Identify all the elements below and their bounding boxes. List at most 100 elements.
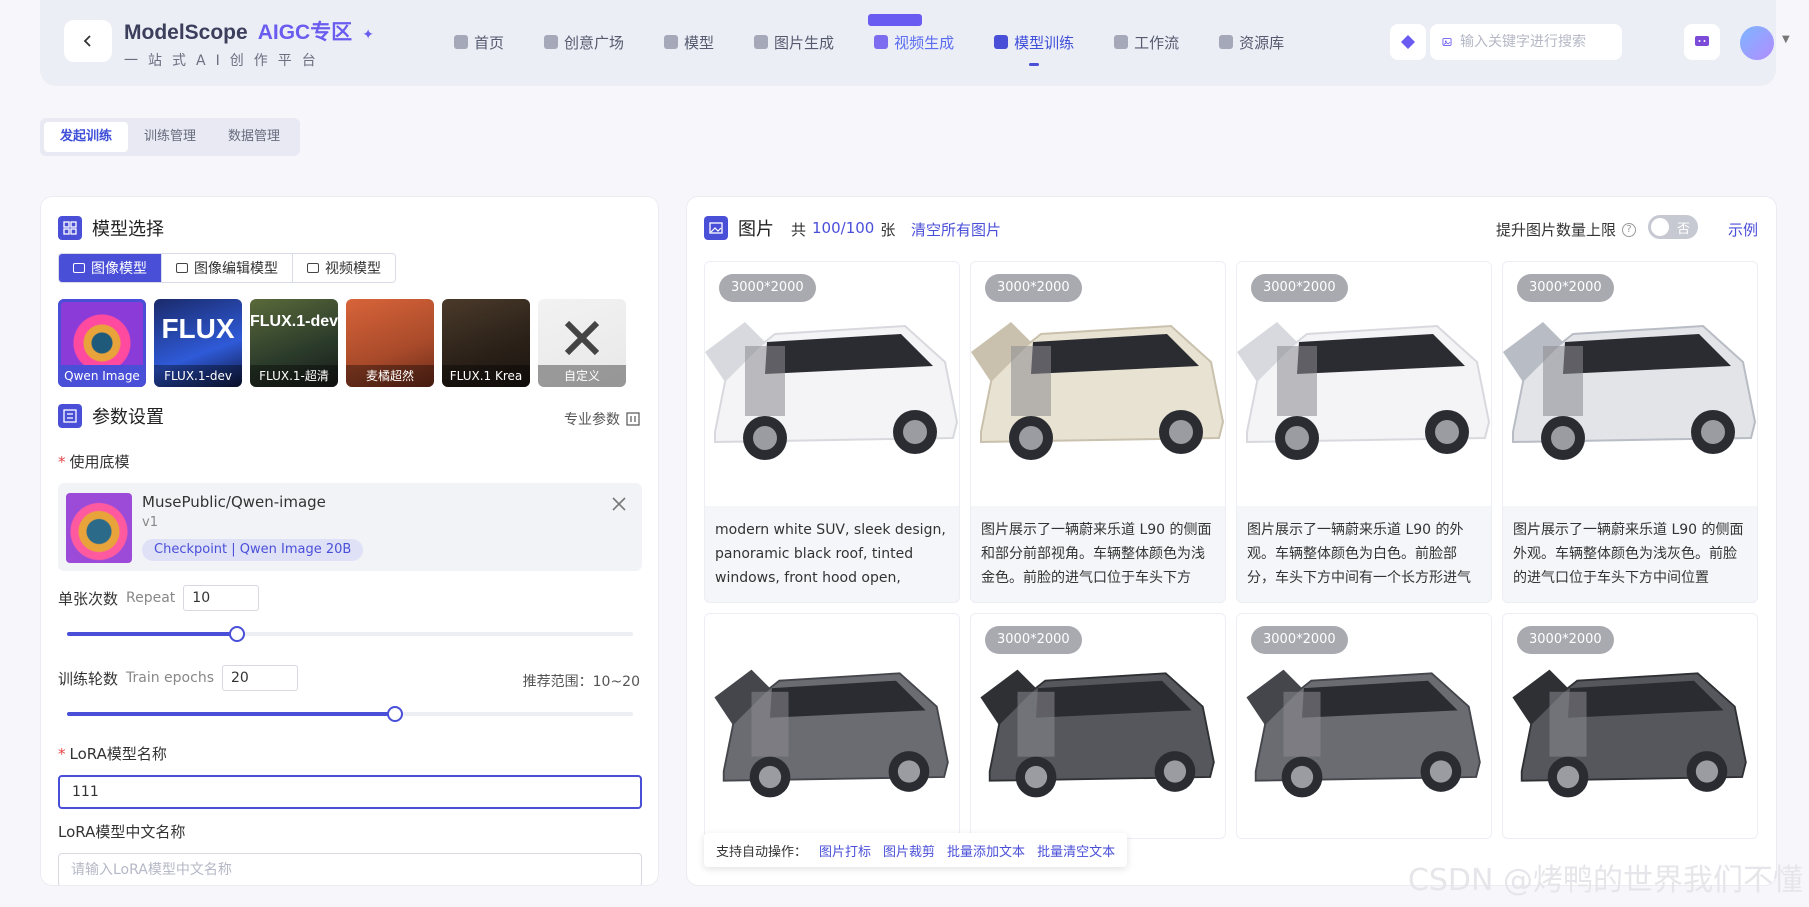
image-caption[interactable]: 图片展示了一辆蔚来乐道 L90 的侧面和部分前部视角。车辆整体颜色为浅金色。前脸… xyxy=(981,518,1215,590)
search-box[interactable] xyxy=(1430,24,1622,60)
new-badge xyxy=(868,14,922,26)
model-tab-0[interactable]: 图像模型 xyxy=(59,254,162,282)
top-header: ModelScope AIGC专区 ✦ 一站式AI创作平台 首页 创意广场 模型 图片… xyxy=(40,0,1790,86)
message-button[interactable] xyxy=(1684,24,1720,60)
base-model-label: * 使用底模 xyxy=(58,453,130,471)
grid-icon xyxy=(58,216,82,240)
resolution-badge: 3000*2000 xyxy=(1517,274,1614,302)
boost-limit: 提升图片数量上限 ? xyxy=(1496,219,1636,240)
image-card[interactable]: 3000*2000 xyxy=(970,613,1226,839)
model-card-0[interactable]: Qwen Image xyxy=(58,299,146,387)
image-card[interactable] xyxy=(704,613,960,839)
nav-item-3[interactable]: 图片生成 xyxy=(734,30,854,54)
image-caption[interactable]: modern white SUV, sleek design, panorami… xyxy=(715,518,949,590)
model-card-label: FLUX.1 Krea xyxy=(442,365,530,387)
model-tab-1[interactable]: 图像编辑模型 xyxy=(162,254,293,282)
resolution-badge: 3000*2000 xyxy=(985,274,1082,302)
subtab-1[interactable]: 训练管理 xyxy=(128,122,212,152)
auto-op-link-3[interactable]: 批量清空文本 xyxy=(1037,841,1115,860)
nav-item-6[interactable]: 工作流 xyxy=(1094,30,1199,54)
boost-toggle[interactable]: 否 xyxy=(1648,215,1698,239)
subtab-0[interactable]: 发起训练 xyxy=(44,122,129,152)
library-icon xyxy=(1219,35,1234,49)
model-card-5[interactable]: 自定义 xyxy=(538,299,626,387)
base-model-version: v1 xyxy=(142,515,158,530)
brand[interactable]: ModelScope AIGC专区 ✦ 一站式AI创作平台 xyxy=(124,16,374,70)
nav-item-7[interactable]: 资源库 xyxy=(1199,30,1304,54)
base-model-tag: Checkpoint | Qwen Image 20B xyxy=(142,539,364,561)
list-icon xyxy=(58,404,82,428)
epochs-input[interactable] xyxy=(222,665,298,691)
model-card-label: Qwen Image xyxy=(58,365,146,387)
example-link[interactable]: 示例 xyxy=(1728,219,1758,240)
model-card-2[interactable]: FLUX.1-dev FLUX.1-超清 xyxy=(250,299,338,387)
pencil-ruler-icon xyxy=(564,320,600,356)
image-icon xyxy=(754,35,769,49)
model-card-label: 自定义 xyxy=(538,365,626,387)
image-card[interactable]: 3000*2000 图片展示了一辆蔚来乐道 L90 的外观。车辆整体颜色为白色。前… xyxy=(1236,261,1492,603)
image-caption[interactable]: 图片展示了一辆蔚来乐道 L90 的外观。车辆整体颜色为白色。前脸部分，车头下方中… xyxy=(1247,518,1481,590)
model-card-logo-text: FLUX.1-dev xyxy=(250,313,338,330)
model-card-3[interactable]: 麦橘超然 xyxy=(346,299,434,387)
nav-item-label: 图片生成 xyxy=(774,33,835,52)
params-title: 参数设置 xyxy=(92,407,164,428)
image-count: 共 100/100 张 xyxy=(791,219,896,239)
nav-item-label: 模型训练 xyxy=(1014,33,1075,52)
auto-ops-bar: 支持自动操作： 图片打标 图片裁剪 批量添加文本 批量清空文本 xyxy=(704,833,1128,867)
brand-aigc: AIGC专区 xyxy=(257,21,353,44)
nav-item-label: 首页 xyxy=(474,33,505,52)
image-caption[interactable]: 图片展示了一辆蔚来乐道 L90 的侧面外观。车辆整体颜色为浅灰色。前脸的进气口位… xyxy=(1513,518,1747,590)
images-title: 图片 xyxy=(738,219,774,240)
repeat-slider-handle[interactable] xyxy=(228,626,245,642)
auto-op-link-0[interactable]: 图片打标 xyxy=(819,841,871,860)
nav-item-label: 工作流 xyxy=(1134,33,1180,52)
diamond-button[interactable] xyxy=(1390,24,1426,60)
lora-name-input[interactable] xyxy=(58,775,642,809)
image-card[interactable]: 3000*2000 xyxy=(1236,613,1492,839)
images-header: 图片 xyxy=(704,215,774,241)
epochs-row: 训练轮数 Train epochs xyxy=(58,665,298,691)
image-card[interactable]: 3000*2000 modern white SUV, sleek design,… xyxy=(704,261,960,603)
model-tab-2[interactable]: 视频模型 xyxy=(293,254,395,282)
nav-item-1[interactable]: 创意广场 xyxy=(524,30,644,54)
nav-item-5[interactable]: 模型训练 xyxy=(974,30,1094,66)
car-photo xyxy=(705,614,959,838)
nav-item-label: 视频生成 xyxy=(894,33,955,52)
sub-tabs: 发起训练 训练管理 数据管理 xyxy=(40,118,301,156)
pro-params-button[interactable]: 专业参数 xyxy=(564,409,640,429)
image-card[interactable]: 3000*2000 图片展示了一辆蔚来乐道 L90 的侧面外观。车辆整体颜色为浅灰… xyxy=(1502,261,1758,603)
back-button[interactable] xyxy=(64,20,112,62)
image-icon xyxy=(73,263,85,273)
help-icon[interactable]: ? xyxy=(1622,222,1636,237)
repeat-input[interactable] xyxy=(183,585,260,611)
lora-cn-name-input[interactable] xyxy=(58,853,642,885)
model-select-title: 模型选择 xyxy=(92,219,164,240)
nav-item-4[interactable]: 视频生成 xyxy=(854,30,974,54)
auto-op-link-1[interactable]: 图片裁剪 xyxy=(883,841,935,860)
auto-op-link-2[interactable]: 批量添加文本 xyxy=(947,841,1025,860)
epochs-hint: 推荐范围：10~20 xyxy=(522,674,640,690)
model-card-4[interactable]: FLUX.1 Krea xyxy=(442,299,530,387)
close-icon[interactable] xyxy=(610,495,628,513)
nav-item-2[interactable]: 模型 xyxy=(644,30,734,54)
repeat-slider[interactable] xyxy=(67,626,633,642)
lora-cn-name-label: LoRA模型中文名称 xyxy=(58,823,186,841)
base-model-card[interactable]: MusePublic/Qwen-image v1 Checkpoint | Qw… xyxy=(58,483,642,571)
model-card-1[interactable]: FLUX FLUX.1-dev xyxy=(154,299,242,387)
epochs-slider-handle[interactable] xyxy=(387,706,404,722)
nav-item-0[interactable]: 首页 xyxy=(434,30,524,54)
avatar[interactable] xyxy=(1740,26,1774,60)
model-tab-label: 视频模型 xyxy=(325,261,381,277)
resolution-badge: 3000*2000 xyxy=(1251,626,1348,654)
subtab-2[interactable]: 数据管理 xyxy=(212,122,296,152)
caret-down-icon[interactable]: ▼ xyxy=(1782,34,1790,45)
boost-label: 提升图片数量上限 xyxy=(1495,221,1616,239)
image-card[interactable]: 3000*2000 图片展示了一辆蔚来乐道 L90 的侧面和部分前部视角。车辆整体… xyxy=(970,261,1226,603)
image-card[interactable]: 3000*2000 xyxy=(1502,613,1758,839)
sparkle-icon: ✦ xyxy=(362,26,374,42)
search-input[interactable] xyxy=(1460,34,1610,50)
chevron-left-icon xyxy=(83,35,91,47)
epochs-slider[interactable] xyxy=(67,706,633,722)
home-icon xyxy=(454,35,468,49)
clear-all-images-link[interactable]: 清空所有图片 xyxy=(911,219,1001,240)
